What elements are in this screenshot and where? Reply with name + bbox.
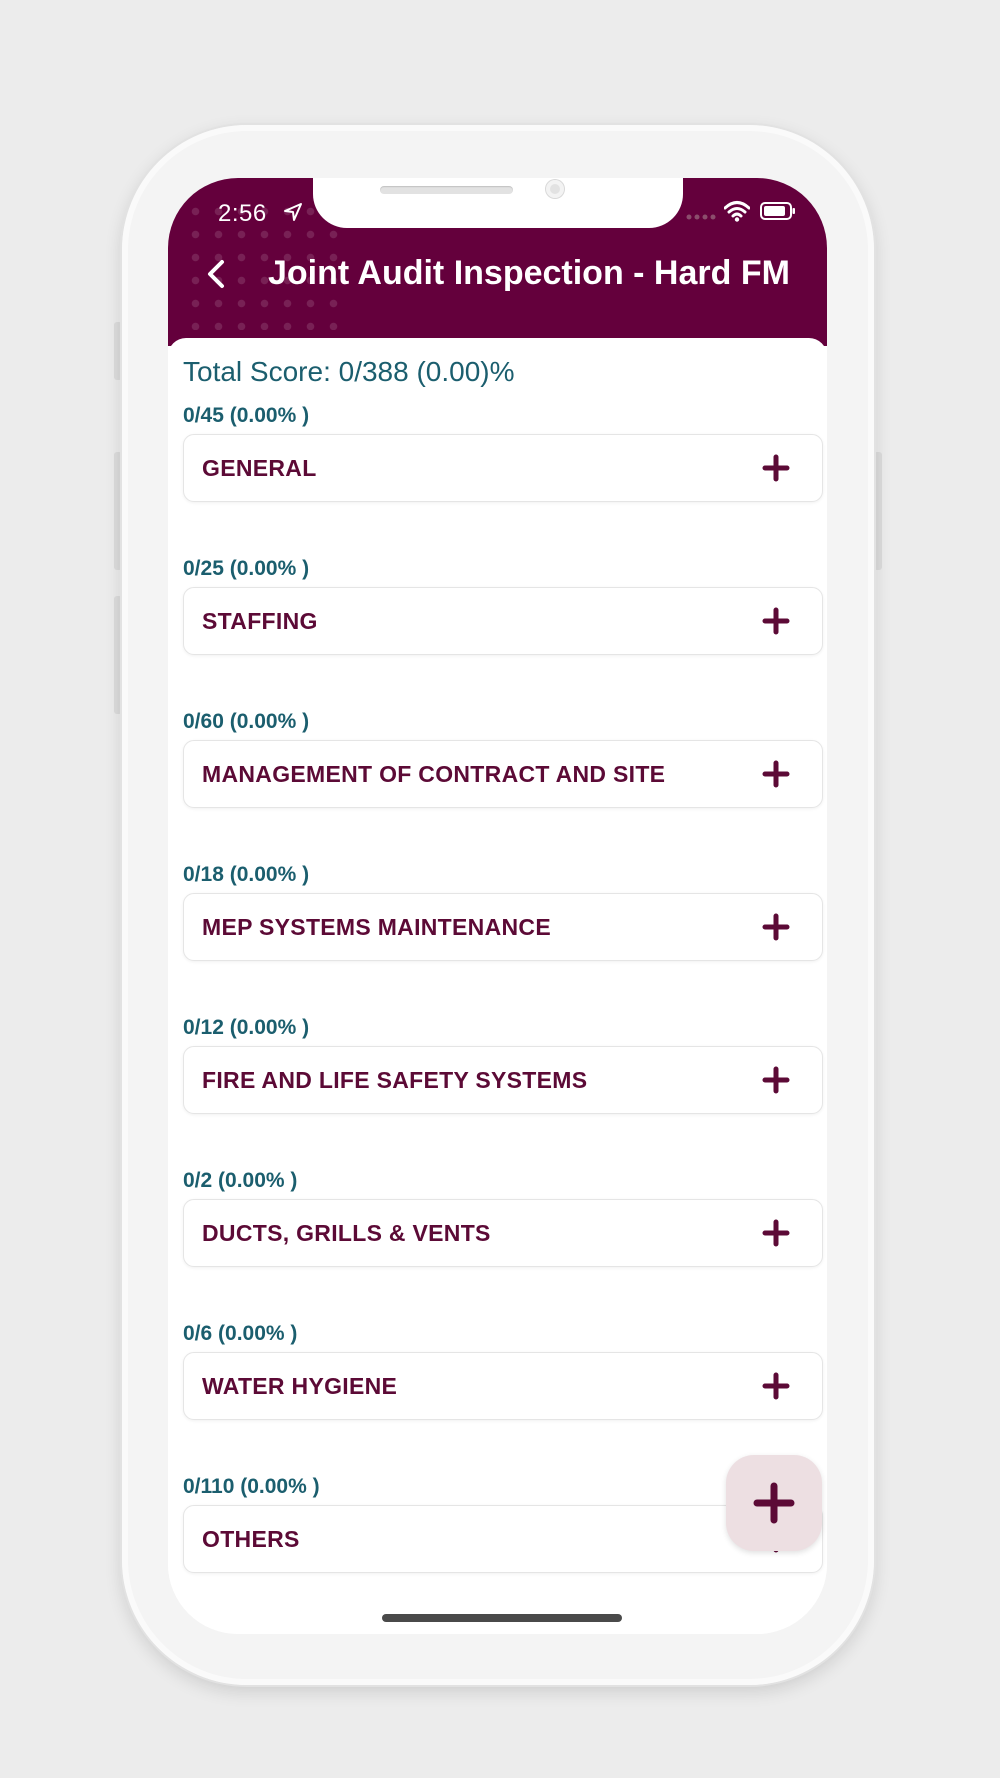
- section-card[interactable]: MEP SYSTEMS MAINTENANCE: [183, 893, 823, 961]
- location-arrow-icon: [284, 203, 302, 221]
- app-screen: 2:56 Joint Audit Inspection - Hard FM To…: [168, 178, 827, 1634]
- section-card[interactable]: WATER HYGIENE: [183, 1352, 823, 1420]
- section-title: DUCTS, GRILLS & VENTS: [202, 1220, 491, 1246]
- device-notch: [313, 178, 683, 228]
- chevron-left-icon: [208, 260, 224, 288]
- section-staffing: 0/25 (0.00% ) STAFFING: [183, 555, 823, 655]
- section-title: OTHERS: [202, 1526, 300, 1552]
- battery-icon: [760, 202, 795, 220]
- section-title: MEP SYSTEMS MAINTENANCE: [202, 914, 551, 940]
- section-title: FIRE AND LIFE SAFETY SYSTEMS: [202, 1067, 588, 1093]
- home-indicator[interactable]: [382, 1614, 622, 1622]
- section-card[interactable]: FIRE AND LIFE SAFETY SYSTEMS: [183, 1046, 823, 1114]
- section-title: WATER HYGIENE: [202, 1373, 398, 1399]
- section-water-hygiene: 0/6 (0.00% ) WATER HYGIENE: [183, 1320, 823, 1420]
- section-title: GENERAL: [202, 455, 317, 481]
- section-ducts-grills-vents: 0/2 (0.00% ) DUCTS, GRILLS & VENTS: [183, 1167, 823, 1267]
- phone-volume-up-button: [114, 452, 122, 570]
- plus-icon[interactable]: [762, 1219, 790, 1247]
- section-title: STAFFING: [202, 608, 318, 634]
- section-card[interactable]: MANAGEMENT OF CONTRACT AND SITE: [183, 740, 823, 808]
- section-score: 0/12 (0.00% ): [183, 1016, 310, 1039]
- total-score: Total Score: 0/388 (0.00)%: [183, 356, 515, 387]
- phone-volume-down-button: [114, 596, 122, 714]
- section-score: 0/60 (0.00% ): [183, 710, 310, 733]
- section-fire-and-life-safety-systems: 0/12 (0.00% ) FIRE AND LIFE SAFETY SYSTE…: [183, 1014, 823, 1114]
- section-score: 0/25 (0.00% ): [183, 557, 310, 580]
- section-card[interactable]: GENERAL: [183, 434, 823, 502]
- speaker-grille: [380, 186, 513, 194]
- section-title: MANAGEMENT OF CONTRACT AND SITE: [202, 761, 666, 787]
- plus-icon[interactable]: [762, 913, 790, 941]
- plus-icon[interactable]: [762, 760, 790, 788]
- wifi-icon: [724, 201, 750, 222]
- plus-icon[interactable]: [762, 1066, 790, 1094]
- phone-power-button: [874, 452, 882, 570]
- status-time: 2:56: [218, 200, 267, 227]
- cellular-signal-icon: [686, 214, 716, 220]
- audit-content: Total Score: 0/388 (0.00)% 0/45 (0.00% )…: [168, 338, 827, 1634]
- section-mep-systems-maintenance: 0/18 (0.00% ) MEP SYSTEMS MAINTENANCE: [183, 861, 823, 961]
- section-card[interactable]: STAFFING: [183, 587, 823, 655]
- section-score: 0/45 (0.00% ): [183, 404, 310, 427]
- section-management-of-contract-and-site: 0/60 (0.00% ) MANAGEMENT OF CONTRACT AND…: [183, 708, 823, 808]
- section-card[interactable]: DUCTS, GRILLS & VENTS: [183, 1199, 823, 1267]
- section-score: 0/6 (0.00% ): [183, 1322, 298, 1345]
- page-title: Joint Audit Inspection - Hard FM: [268, 254, 790, 292]
- section-score: 0/2 (0.00% ): [183, 1169, 298, 1192]
- back-button[interactable]: [198, 254, 238, 294]
- phone-silent-switch: [114, 322, 122, 380]
- plus-icon[interactable]: [762, 454, 790, 482]
- section-general: 0/45 (0.00% ) GENERAL: [183, 402, 823, 502]
- plus-icon[interactable]: [762, 607, 790, 635]
- section-score: 0/18 (0.00% ): [183, 863, 310, 886]
- plus-icon[interactable]: [762, 1372, 790, 1400]
- add-floating-button[interactable]: [726, 1455, 822, 1551]
- plus-icon: [753, 1482, 795, 1524]
- front-camera: [546, 180, 564, 198]
